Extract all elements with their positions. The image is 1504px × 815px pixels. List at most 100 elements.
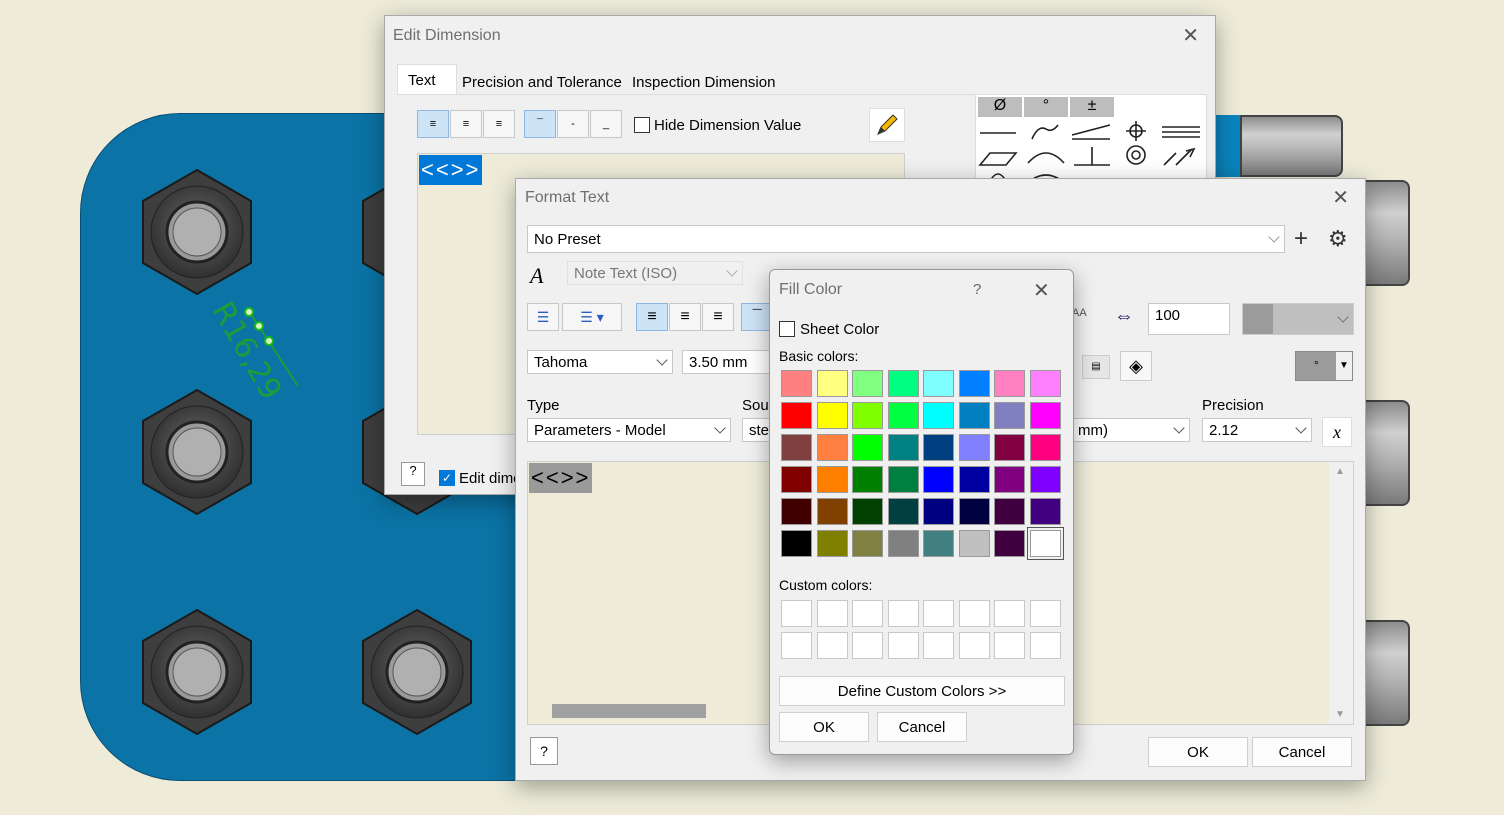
cancel-button[interactable]: Cancel xyxy=(877,712,967,742)
value-token[interactable]: <<>> xyxy=(419,155,483,185)
precision-select[interactable]: 2.12 xyxy=(1202,418,1312,442)
font-size-select[interactable]: 3.50 mm xyxy=(682,350,772,374)
custom-color-swatch[interactable] xyxy=(958,600,990,627)
color-swatch[interactable] xyxy=(816,530,848,557)
fill-bucket-icon[interactable]: ◈ xyxy=(1120,351,1152,381)
color-swatch[interactable] xyxy=(1029,498,1061,525)
align-right-button[interactable]: ≡ xyxy=(483,110,515,138)
close-icon[interactable]: ✕ xyxy=(1332,187,1349,207)
color-swatch[interactable] xyxy=(923,370,954,397)
source-select[interactable]: stee xyxy=(742,418,772,442)
color-swatch[interactable] xyxy=(852,466,883,493)
close-icon[interactable]: ✕ xyxy=(1182,25,1199,45)
color-swatch[interactable] xyxy=(1029,370,1061,397)
align-left-button[interactable]: ≡ xyxy=(417,110,449,138)
insert-parameter-icon[interactable]: x xyxy=(1322,417,1352,447)
text-align-center-button[interactable]: ≡ xyxy=(669,303,701,331)
dimension-grip[interactable] xyxy=(264,336,274,346)
color-swatch[interactable] xyxy=(887,498,919,525)
sheet-color-checkbox[interactable] xyxy=(779,321,795,337)
custom-color-swatch[interactable] xyxy=(1029,632,1061,659)
color-swatch[interactable] xyxy=(923,402,954,429)
tab-plusminus[interactable]: ± xyxy=(1070,97,1114,117)
units-select[interactable]: mm) xyxy=(1072,418,1190,442)
help-button[interactable]: ? xyxy=(973,281,981,298)
text-token[interactable]: <<>> xyxy=(529,463,593,493)
color-swatch[interactable] xyxy=(887,402,919,429)
color-swatch[interactable] xyxy=(887,466,919,493)
color-swatch[interactable] xyxy=(958,530,990,557)
color-swatch[interactable] xyxy=(816,402,848,429)
color-swatch[interactable] xyxy=(887,530,919,557)
custom-color-swatch[interactable] xyxy=(816,632,848,659)
cancel-button[interactable]: Cancel xyxy=(1252,737,1352,767)
color-swatch[interactable] xyxy=(923,466,954,493)
color-swatch[interactable] xyxy=(816,370,848,397)
custom-color-swatch[interactable] xyxy=(994,600,1025,627)
color-swatch[interactable] xyxy=(852,498,883,525)
custom-color-swatch[interactable] xyxy=(994,632,1025,659)
color-swatch[interactable] xyxy=(1029,466,1061,493)
gear-icon[interactable]: ⚙ xyxy=(1328,227,1348,252)
align-center-button[interactable]: ≡ xyxy=(450,110,482,138)
dimension-grip[interactable] xyxy=(254,321,264,331)
tab-diameter[interactable]: Ø xyxy=(978,97,1022,117)
color-swatch[interactable] xyxy=(994,530,1025,557)
color-swatch[interactable] xyxy=(1029,402,1061,429)
color-swatch[interactable] xyxy=(781,530,812,557)
color-swatch[interactable] xyxy=(958,498,990,525)
color-swatch[interactable] xyxy=(1026,527,1064,560)
color-swatch[interactable] xyxy=(816,466,848,493)
color-swatch[interactable] xyxy=(887,434,919,461)
symbol-select[interactable]: ° ▼ xyxy=(1295,351,1353,381)
bullets-button[interactable]: ☰ xyxy=(527,303,559,331)
color-swatch[interactable] xyxy=(923,498,954,525)
color-swatch[interactable] xyxy=(958,434,990,461)
ok-button[interactable]: OK xyxy=(779,712,869,742)
color-swatch[interactable] xyxy=(852,434,883,461)
color-swatch[interactable] xyxy=(994,498,1025,525)
text-align-right-button[interactable]: ≡ xyxy=(702,303,734,331)
color-swatch[interactable] xyxy=(816,498,848,525)
stretch-input[interactable]: 100 xyxy=(1148,303,1230,335)
color-swatch[interactable] xyxy=(887,370,919,397)
add-preset-icon[interactable]: + xyxy=(1294,225,1308,253)
tab-precision[interactable]: Precision and Tolerance xyxy=(462,74,622,91)
vertical-scrollbar[interactable]: ▲ ▼ xyxy=(1329,462,1353,724)
color-swatch[interactable] xyxy=(781,402,812,429)
color-swatch[interactable] xyxy=(923,434,954,461)
color-swatch[interactable] xyxy=(994,466,1025,493)
custom-color-swatch[interactable] xyxy=(923,600,954,627)
edit-dimension-checkbox[interactable]: ✓ xyxy=(439,470,455,486)
custom-color-swatch[interactable] xyxy=(887,632,919,659)
preset-select[interactable]: No Preset xyxy=(527,225,1285,253)
custom-color-swatch[interactable] xyxy=(852,600,883,627)
text-align-left-button[interactable]: ≡ xyxy=(636,303,668,331)
color-swatch[interactable] xyxy=(1029,434,1061,461)
color-swatch[interactable] xyxy=(852,370,883,397)
color-swatch[interactable] xyxy=(852,530,883,557)
help-icon[interactable]: ? xyxy=(401,462,425,486)
gdt-symbols[interactable] xyxy=(976,121,1207,180)
color-swatch[interactable] xyxy=(958,466,990,493)
numbering-button[interactable]: ☰ ▾ xyxy=(562,303,622,331)
custom-color-swatch[interactable] xyxy=(923,632,954,659)
valign-bottom-button[interactable]: _ xyxy=(590,110,622,138)
custom-color-swatch[interactable] xyxy=(852,632,883,659)
color-swatch[interactable] xyxy=(994,434,1025,461)
valign-top-button[interactable]: ¯ xyxy=(524,110,556,138)
tab-inspection[interactable]: Inspection Dimension xyxy=(632,74,775,91)
color-swatch[interactable] xyxy=(923,530,954,557)
spacing-icon[interactable]: AA xyxy=(1072,307,1087,319)
custom-color-swatch[interactable] xyxy=(1029,600,1061,627)
text-style-select[interactable]: Note Text (ISO) xyxy=(567,261,743,285)
help-icon[interactable]: ? xyxy=(530,737,558,765)
color-swatch[interactable] xyxy=(781,466,812,493)
color-swatch[interactable] xyxy=(852,402,883,429)
custom-color-swatch[interactable] xyxy=(887,600,919,627)
color-swatch[interactable] xyxy=(958,402,990,429)
stretch-icon[interactable]: ⇔ xyxy=(1114,305,1134,328)
color-swatch[interactable] xyxy=(994,402,1025,429)
color-swatch[interactable] xyxy=(781,434,812,461)
valign-middle-button[interactable]: - xyxy=(557,110,589,138)
